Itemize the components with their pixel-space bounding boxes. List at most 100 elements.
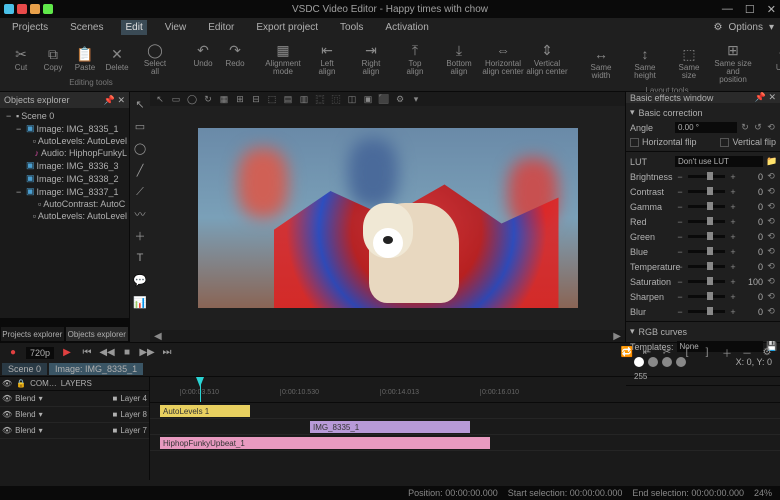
tree-node[interactable]: −▣ Image: IMG_8337_1 <box>2 185 127 198</box>
layer-name[interactable]: Layer 7 <box>120 426 147 435</box>
gamma-slider[interactable] <box>688 205 725 208</box>
canvas-tool-13[interactable]: ▣ <box>362 93 374 105</box>
eye-icon[interactable]: 👁 <box>2 379 12 388</box>
marker-out-icon[interactable]: ] <box>700 346 714 360</box>
menu-editor[interactable]: Editor <box>204 20 238 35</box>
rgb-curves-header[interactable]: ▾ RGB curves <box>630 324 776 339</box>
alignment-mode-button[interactable]: ▦Alignment mode <box>262 40 304 76</box>
slider-dec-icon[interactable]: − <box>675 202 685 212</box>
canvas-tool-4[interactable]: ▦ <box>218 93 230 105</box>
next-frame-icon[interactable]: ⏭ <box>160 346 174 360</box>
same-height-button[interactable]: ↕Same height <box>624 40 666 84</box>
slider-dec-icon[interactable]: − <box>675 277 685 287</box>
menu-activation[interactable]: Activation <box>381 20 432 35</box>
canvas-tool-7[interactable]: ⬚ <box>266 93 278 105</box>
slider-inc-icon[interactable]: + <box>728 247 738 257</box>
canvas-tool-8[interactable]: ▤ <box>282 93 294 105</box>
right-align-button[interactable]: ⇥Right align <box>350 40 392 76</box>
panel-close-icon[interactable]: ✕ <box>117 95 125 105</box>
same-width-button[interactable]: ↔Same width <box>580 40 622 84</box>
slider-dec-icon[interactable]: − <box>675 217 685 227</box>
lock-icon[interactable]: 🔒 <box>16 379 26 388</box>
layer-color-icon[interactable]: ■ <box>112 410 117 419</box>
tree-node[interactable]: ▣ Image: IMG_8336_3 <box>2 159 127 172</box>
canvas-tool-2[interactable]: ◯ <box>186 93 198 105</box>
reset-icon[interactable]: ⟲ <box>766 122 776 133</box>
timeline-clip[interactable]: IMG_8335_1 <box>310 421 470 433</box>
split-icon[interactable]: ✂ <box>660 346 674 360</box>
green-slider[interactable] <box>688 235 725 238</box>
vflip-checkbox[interactable] <box>720 138 729 147</box>
slider-reset-icon[interactable]: ⟲ <box>766 306 776 317</box>
blue-slider[interactable] <box>688 250 725 253</box>
blur-slider[interactable] <box>688 310 725 313</box>
timeline-track[interactable]: HiphopFunkyUpbeat_1 <box>150 435 780 451</box>
canvas-tool-10[interactable]: ⿴ <box>314 93 326 105</box>
polyline-tool-icon[interactable]: ⟋ <box>132 184 148 200</box>
tree-node[interactable]: ▫ AutoContrast: AutoC <box>2 198 127 210</box>
scroll-left-icon[interactable]: ◀ <box>154 331 162 342</box>
menu-tools[interactable]: Tools <box>336 20 367 35</box>
step-back-icon[interactable]: ◀◀ <box>100 346 114 360</box>
slider-reset-icon[interactable]: ⟲ <box>766 231 776 242</box>
scene-tab[interactable]: Scene 0 <box>2 363 47 375</box>
slider-dec-icon[interactable]: − <box>675 247 685 257</box>
canvas-tool-9[interactable]: ▥ <box>298 93 310 105</box>
brightness-slider[interactable] <box>688 175 725 178</box>
slider-reset-icon[interactable]: ⟲ <box>766 171 776 182</box>
rect-tool-icon[interactable]: ▭ <box>132 118 148 134</box>
slider-dec-icon[interactable]: − <box>675 262 685 272</box>
lut-select[interactable]: Don't use LUT <box>675 156 763 167</box>
layer-name[interactable]: Layer 8 <box>120 410 147 419</box>
rotate-ccw-icon[interactable]: ↺ <box>753 122 763 133</box>
step-fwd-icon[interactable]: ▶▶ <box>140 346 154 360</box>
effects-pin-icon[interactable]: 📌 <box>755 92 766 102</box>
same-size-pos-button[interactable]: ⊞Same size and position <box>712 40 754 84</box>
copy-button[interactable]: ⧉Copy <box>38 40 68 76</box>
slider-dec-icon[interactable]: − <box>675 172 685 182</box>
contrast-slider[interactable] <box>688 190 725 193</box>
undefined-button[interactable]: ↷Redo <box>220 40 250 68</box>
timeline-ruler[interactable]: 0:00:03.5100:00:10.5300:00:14.0130:00:16… <box>150 377 780 403</box>
layer-name[interactable]: Layer 4 <box>120 394 147 403</box>
play-icon[interactable]: ▶ <box>60 346 74 360</box>
add-tool-icon[interactable]: ＋ <box>132 228 148 244</box>
playhead[interactable] <box>200 377 201 402</box>
slider-inc-icon[interactable]: + <box>728 202 738 212</box>
slider-dec-icon[interactable]: − <box>675 307 685 317</box>
layer-color-icon[interactable]: ■ <box>112 394 117 403</box>
basic-correction-header[interactable]: ▾ Basic correction <box>630 105 776 120</box>
layer-color-icon[interactable]: ■ <box>112 426 117 435</box>
canvas-tool-5[interactable]: ⊞ <box>234 93 246 105</box>
menu-scenes[interactable]: Scenes <box>66 20 107 35</box>
slider-inc-icon[interactable]: + <box>728 187 738 197</box>
slider-inc-icon[interactable]: + <box>728 292 738 302</box>
settings-icon[interactable]: ⚙ <box>760 346 774 360</box>
tooltip-tool-icon[interactable]: 💬 <box>132 272 148 288</box>
tl-hdr-layers[interactable]: LAYERS <box>61 379 92 388</box>
left-align-button[interactable]: ⇤Left align <box>306 40 348 76</box>
cut-button[interactable]: ✂Cut <box>6 40 36 76</box>
slider-inc-icon[interactable]: + <box>728 262 738 272</box>
scroll-right-icon[interactable]: ▶ <box>613 331 621 342</box>
slider-reset-icon[interactable]: ⟲ <box>766 246 776 257</box>
options-chevron-icon[interactable]: ▾ <box>769 22 774 33</box>
hflip-checkbox[interactable] <box>630 138 639 147</box>
slider-reset-icon[interactable]: ⟲ <box>766 261 776 272</box>
slider-inc-icon[interactable]: + <box>728 217 738 227</box>
tree-node[interactable]: −▣ Image: IMG_8335_1 <box>2 122 127 135</box>
angle-input[interactable]: 0.00 ° <box>675 122 737 133</box>
slider-inc-icon[interactable]: + <box>728 307 738 317</box>
close-icon[interactable]: ✕ <box>767 3 776 16</box>
sharpen-slider[interactable] <box>688 295 725 298</box>
tree-node[interactable]: −▪ Scene 0 <box>2 110 127 122</box>
chevron-down-icon[interactable]: ▾ <box>39 394 43 403</box>
timeline-clip[interactable]: HiphopFunkyUpbeat_1 <box>160 437 490 449</box>
slider-reset-icon[interactable]: ⟲ <box>766 291 776 302</box>
slider-inc-icon[interactable]: + <box>728 172 738 182</box>
same-size-button[interactable]: ⬚Same size <box>668 40 710 84</box>
resolution-select[interactable]: 720p <box>26 347 54 359</box>
saturation-slider[interactable] <box>688 280 725 283</box>
minimize-icon[interactable]: — <box>722 3 733 16</box>
scrollbar-horizontal[interactable] <box>0 318 129 326</box>
